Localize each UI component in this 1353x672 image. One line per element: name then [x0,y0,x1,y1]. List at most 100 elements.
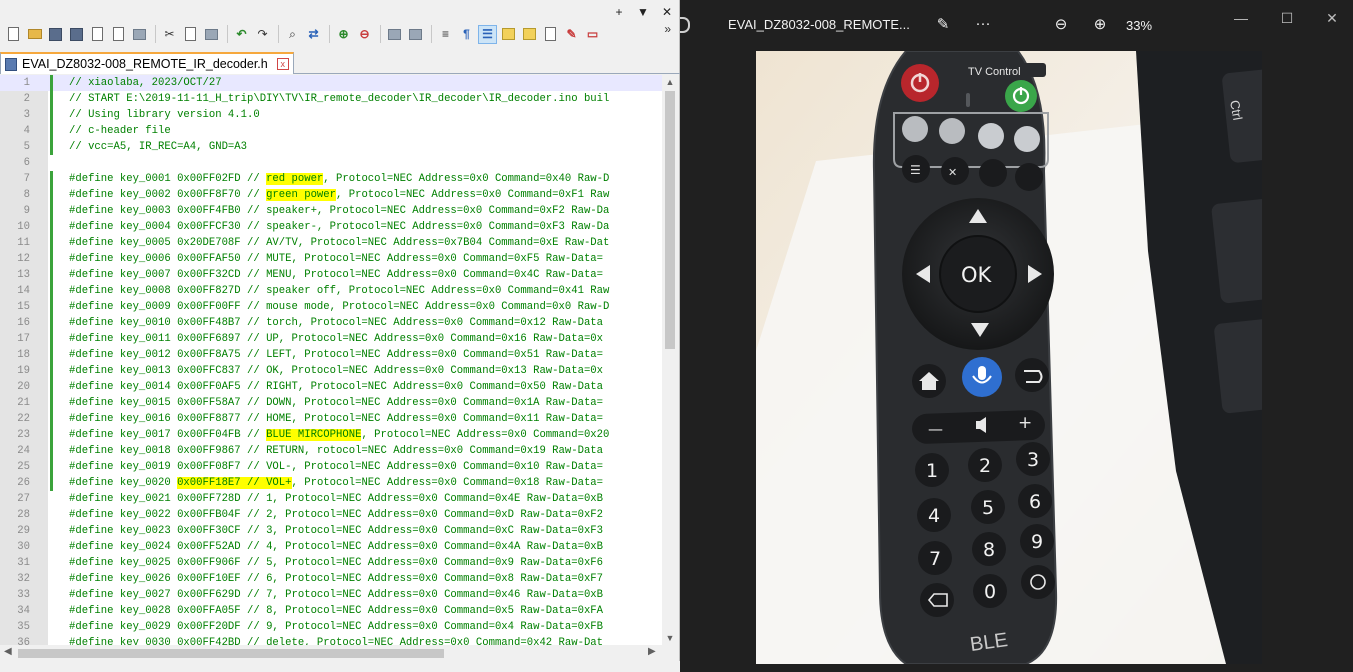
record-macro-icon[interactable]: ✎ [562,25,581,44]
doc-map-icon[interactable] [520,25,539,44]
code-line[interactable]: 13 #define key_0007 0x00FF32CD // MENU, P… [0,267,662,283]
photos-app-icon [680,17,690,33]
code-line[interactable]: 26 #define key_0020 0x00FF18E7 // VOL+, P… [0,475,662,491]
code-line[interactable]: 28 #define key_0022 0x00FFB04F // 2, Prot… [0,507,662,523]
indent-guide-icon[interactable]: ☰ [478,24,497,44]
code-line[interactable]: 9 #define key_0003 0x00FF4FB0 // speaker+… [0,203,662,219]
code-line[interactable]: 24 #define key_0018 0x00FF9867 // RETURN,… [0,443,662,459]
zoom-in-icon[interactable]: ⊕ [1089,15,1111,33]
line-text: // vcc=A5, IR_REC=A4, GND=A3 [69,139,247,155]
line-text: #define key_0009 0x00FF00FF // mouse mod… [69,299,609,315]
tab-title: EVAI_DZ8032-008_REMOTE_IR_decoder.h [22,57,268,71]
vertical-scroll-thumb[interactable] [665,91,675,349]
code-line[interactable]: 16 #define key_0010 0x00FF48B7 // torch, … [0,315,662,331]
new-file-icon[interactable] [4,25,23,44]
line-number: 9 [23,205,30,217]
cut-icon[interactable]: ✂ [160,25,179,44]
line-text: // c-header file [69,123,171,139]
tab-close-icon[interactable]: x [276,58,289,70]
function-list-icon[interactable] [541,25,560,44]
code-line[interactable]: 20 #define key_0014 0x00FF0AF5 // RIGHT, … [0,379,662,395]
save-icon[interactable] [46,25,65,44]
zoom-out-icon[interactable]: ⊖ [1050,15,1072,33]
save-all-icon[interactable] [67,25,86,44]
code-line[interactable]: 32 #define key_0026 0x00FF10EF // 6, Prot… [0,571,662,587]
sync-vertical-icon[interactable] [385,25,404,44]
code-line[interactable]: 36 #define key_0030 0x00FF42BD // delete,… [0,635,662,645]
zoom-level[interactable]: 33% [1126,18,1152,33]
sync-horizontal-icon[interactable] [406,25,425,44]
code-line[interactable]: 19 #define key_0013 0x00FFC837 // OK, Pro… [0,363,662,379]
maximize-button[interactable]: ☐ [1277,10,1297,27]
undo-icon[interactable]: ↶ [232,25,251,44]
show-all-chars-icon[interactable]: ¶ [457,25,476,44]
code-line[interactable]: 17 #define key_0011 0x00FF6897 // UP, Pro… [0,331,662,347]
code-line[interactable]: 3 // Using library version 4.1.0 [0,107,662,123]
line-text: #define key_0013 0x00FFC837 // OK, Proto… [69,363,603,379]
edit-image-icon[interactable]: ✎ [932,15,954,33]
code-line[interactable]: 1 // xiaolaba, 2023/OCT/27 [0,75,662,91]
find-icon[interactable]: ⌕ [283,25,302,44]
code-line[interactable]: 27 #define key_0021 0x00FF728D // 1, Prot… [0,491,662,507]
photo-viewer-window: EVAI_DZ8032-008_REMOTE... ✎ ··· ⊖ ⊕ 33% … [680,0,1353,672]
code-line[interactable]: 23 #define key_0017 0x00FF04FB // BLUE MI… [0,427,662,443]
vertical-scrollbar[interactable]: ▲ ▼ [662,75,678,645]
toolbar-overflow-icon[interactable]: » [664,22,671,36]
code-line[interactable]: 14 #define key_0008 0x00FF827D // speaker… [0,283,662,299]
replace-icon[interactable]: ⇄ [304,25,323,44]
line-text: #define key_0014 0x00FF0AF5 // RIGHT, Pr… [69,379,603,395]
line-text-part: // START E:\2019-11-11_H_trip\DIY\TV\IR_… [69,93,610,105]
scroll-up-icon[interactable]: ▲ [662,77,678,87]
zoom-in-icon[interactable]: ⊕ [334,25,353,44]
language-icon[interactable] [499,25,518,44]
code-line[interactable]: 31 #define key_0025 0x00FF906F // 5, Prot… [0,555,662,571]
code-line[interactable]: 7 #define key_0001 0x00FF02FD // red powe… [0,171,662,187]
zoom-out-icon[interactable]: ⊖ [355,25,374,44]
close-file-icon[interactable] [88,25,107,44]
horizontal-scroll-thumb[interactable] [18,649,444,658]
line-text: #define key_0012 0x00FF8A75 // LEFT, Pro… [69,347,603,363]
code-line[interactable]: 10 #define key_0004 0x00FFCF30 // speaker… [0,219,662,235]
code-line[interactable]: 5 // vcc=A5, IR_REC=A4, GND=A3 [0,139,662,155]
word-wrap-icon[interactable]: ≡ [436,25,455,44]
line-text: #define key_0004 0x00FFCF30 // speaker-,… [69,219,609,235]
code-line[interactable]: 33 #define key_0027 0x00FF629D // 7, Prot… [0,587,662,603]
code-line[interactable]: 34 #define key_0028 0x00FFA05F // 8, Prot… [0,603,662,619]
code-editor[interactable]: 1 // xiaolaba, 2023/OCT/27 2 // START E:\20… [0,75,662,645]
close-all-icon[interactable] [109,25,128,44]
horizontal-scrollbar[interactable]: ◀ ▶ [0,645,662,661]
code-line[interactable]: 30 #define key_0024 0x00FF52AD // 4, Prot… [0,539,662,555]
code-line[interactable]: 2 // START E:\2019-11-11_H_trip\DIY\TV\IR… [0,91,662,107]
code-line[interactable]: 15 #define key_0009 0x00FF00FF // mouse m… [0,299,662,315]
code-line[interactable]: 8 #define key_0002 0x00FF8F70 // green po… [0,187,662,203]
redo-icon[interactable]: ↷ [253,25,272,44]
folder-workspace-icon[interactable]: ▭ [583,25,602,44]
close-button[interactable]: ✕ [1322,10,1342,27]
code-line[interactable]: 12 #define key_0006 0x00FFAF50 // MUTE, P… [0,251,662,267]
tab-file[interactable]: EVAI_DZ8032-008_REMOTE_IR_decoder.h x [0,52,294,74]
code-line[interactable]: 4 // c-header file [0,123,662,139]
code-line[interactable]: 11 #define key_0005 0x20DE708F // AV/TV, … [0,235,662,251]
code-line[interactable]: 35 #define key_0029 0x00FF20DF // 9, Prot… [0,619,662,635]
line-text: #define key_0007 0x00FF32CD // MENU, Pro… [69,267,603,283]
copy-icon[interactable] [181,25,200,44]
minimize-button[interactable]: — [1231,10,1251,26]
close-tab-button[interactable]: ✕ [661,4,673,20]
code-line[interactable]: 25 #define key_0019 0x00FF08F7 // VOL-, P… [0,459,662,475]
viewer-title: EVAI_DZ8032-008_REMOTE... [728,17,910,32]
code-line[interactable]: 22 #define key_0016 0x00FF8877 // HOME, P… [0,411,662,427]
print-icon[interactable] [130,25,149,44]
scroll-down-icon[interactable]: ▼ [662,633,678,643]
code-line[interactable]: 21 #define key_0015 0x00FF58A7 // DOWN, P… [0,395,662,411]
scroll-left-icon[interactable]: ◀ [4,646,12,657]
code-line[interactable]: 29 #define key_0023 0x00FF30CF // 3, Prot… [0,523,662,539]
scroll-right-icon[interactable]: ▶ [648,646,656,657]
more-options-button[interactable]: ··· [972,15,994,32]
code-line[interactable]: 6 [0,155,662,171]
code-line[interactable]: 18 #define key_0012 0x00FF8A75 // LEFT, P… [0,347,662,363]
tab-list-button[interactable]: ▼ [637,4,649,20]
change-history-marker [50,139,53,155]
open-file-icon[interactable] [25,25,44,44]
new-tab-button[interactable]: + [613,4,625,20]
paste-icon[interactable] [202,25,221,44]
